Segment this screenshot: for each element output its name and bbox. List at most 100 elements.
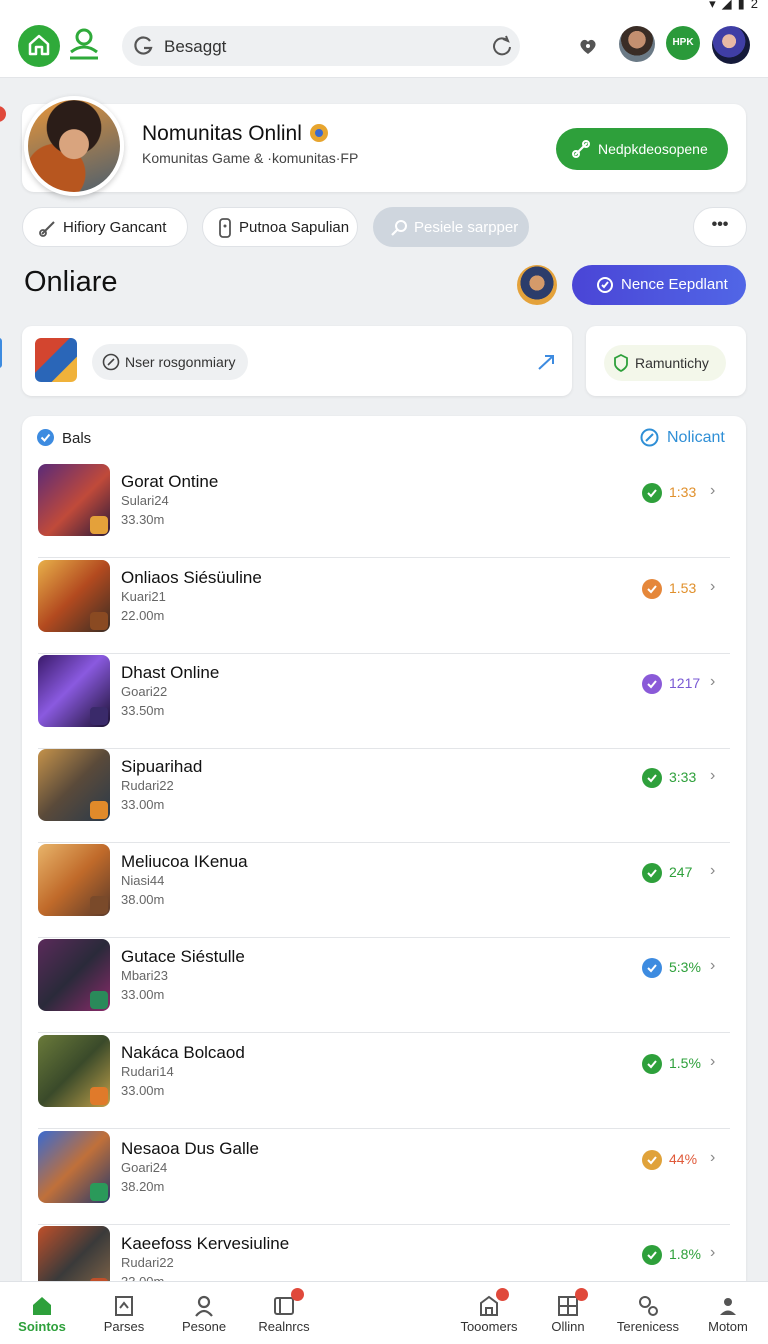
more-options-button[interactable]: ••• bbox=[693, 207, 747, 247]
home-button[interactable] bbox=[18, 25, 60, 67]
friend-avatar[interactable] bbox=[619, 26, 655, 62]
game-stat: 1.5% › bbox=[642, 1053, 724, 1075]
community-avatar[interactable] bbox=[24, 96, 124, 196]
game-stat-value: 1.5% bbox=[669, 1055, 701, 1071]
list-header-right[interactable]: Nolicant bbox=[640, 428, 740, 452]
community-subtitle: Komunitas Game & ·komunitas·FP bbox=[142, 150, 359, 166]
game-stat: 5:3% › bbox=[642, 957, 724, 979]
stat-check-icon bbox=[642, 1245, 662, 1265]
search-icon bbox=[391, 220, 407, 236]
chevron-right-icon[interactable]: › bbox=[710, 767, 715, 785]
stat-check-icon bbox=[642, 483, 662, 503]
chip-putnoa[interactable]: Putnoa Sapulian bbox=[202, 207, 358, 247]
game-list-item[interactable]: Kaeefoss Kervesiuline Rudari22 33.00m 1.… bbox=[38, 1226, 730, 1281]
game-stat-value: 1217 bbox=[669, 675, 701, 691]
chevron-right-icon[interactable]: › bbox=[710, 482, 715, 500]
friend-avatar-green[interactable]: HPK bbox=[666, 26, 700, 60]
game-title: Nakáca Bolcaod bbox=[121, 1043, 245, 1062]
wifi-icon: ▾ bbox=[709, 0, 716, 11]
home-icon bbox=[33, 1297, 51, 1315]
nav-item[interactable]: Ollinn bbox=[526, 1288, 610, 1340]
game-title: Sipuarihad bbox=[121, 757, 203, 776]
stat-check-icon bbox=[642, 1054, 662, 1074]
open-arrow-icon[interactable] bbox=[536, 352, 558, 372]
gear-badge-icon bbox=[310, 124, 328, 142]
filter-pill[interactable]: Nser rosgonmiary bbox=[92, 344, 248, 380]
nav-label: Pesone bbox=[181, 1319, 227, 1334]
game-list-item[interactable]: Onliaos Siésüuline Kuari21 22.00m 1.53 › bbox=[38, 560, 730, 654]
search-logo-icon bbox=[134, 36, 153, 55]
game-thumbnail[interactable] bbox=[38, 464, 110, 536]
notification-icon[interactable] bbox=[576, 34, 600, 58]
game-badge-icon bbox=[90, 991, 108, 1009]
people-button[interactable] bbox=[66, 26, 102, 64]
nav-item[interactable]: Motom bbox=[686, 1292, 768, 1340]
nav-item[interactable]: Pesone bbox=[162, 1292, 246, 1340]
nav-label: Parses bbox=[103, 1319, 145, 1334]
game-mini-thumbnail[interactable] bbox=[35, 338, 77, 382]
chevron-right-icon[interactable]: › bbox=[710, 957, 715, 975]
game-thumbnail[interactable] bbox=[38, 939, 110, 1011]
list-header-right-label: Nolicant bbox=[667, 429, 725, 446]
nav-item[interactable]: Sointos bbox=[0, 1292, 84, 1340]
game-thumbnail[interactable] bbox=[38, 1226, 110, 1281]
game-stat: 1.8% › bbox=[642, 1244, 724, 1266]
nav-item[interactable]: Terenicess bbox=[606, 1292, 690, 1340]
refresh-icon[interactable] bbox=[490, 34, 514, 58]
status-icons: ▾ ◢ ▮ 2 bbox=[703, 0, 758, 12]
game-subtitle: Mbari23 bbox=[121, 968, 168, 983]
stat-check-icon bbox=[642, 579, 662, 599]
chip-pesiele[interactable]: Pesiele sarpper bbox=[373, 207, 529, 247]
game-thumbnail[interactable] bbox=[38, 655, 110, 727]
join-button[interactable]: Nedpkdeosopene bbox=[556, 128, 728, 170]
game-thumbnail[interactable] bbox=[38, 1035, 110, 1107]
game-stat-value: 1:33 bbox=[669, 484, 697, 500]
bookmark-icon bbox=[115, 1296, 133, 1316]
game-list-item[interactable]: Sipuarihad Rudari22 33.00m 3:33 › bbox=[38, 749, 730, 843]
game-subtitle: Kuari21 bbox=[121, 589, 166, 604]
invite-button[interactable]: Nence Eepdlant bbox=[572, 265, 746, 305]
game-list-item[interactable]: Gorat Ontine Sulari24 33.30m 1:33 › bbox=[38, 464, 730, 558]
game-thumbnail[interactable] bbox=[38, 1131, 110, 1203]
game-list-item[interactable]: Nakáca Bolcaod Rudari14 33.00m 1.5% › bbox=[38, 1035, 730, 1129]
game-stat-value: 247 bbox=[669, 864, 693, 880]
search-input[interactable]: Besaggt bbox=[164, 37, 226, 57]
user-avatar[interactable] bbox=[712, 26, 750, 64]
game-thumbnail[interactable] bbox=[38, 749, 110, 821]
chevron-right-icon[interactable]: › bbox=[710, 862, 715, 880]
chip-label: Hifiory Gancant bbox=[63, 219, 167, 236]
game-size: 33.00m bbox=[121, 1083, 165, 1098]
game-list-item[interactable]: Meliucoa IKenua Niasi44 38.00m 247 › bbox=[38, 844, 730, 938]
chevron-right-icon[interactable]: › bbox=[710, 1149, 715, 1167]
nav-item[interactable]: Parses bbox=[82, 1292, 166, 1340]
search-bar[interactable]: Besaggt bbox=[122, 26, 520, 66]
nav-item[interactable]: Realnrcs bbox=[242, 1288, 326, 1340]
game-thumbnail[interactable] bbox=[38, 560, 110, 632]
game-subtitle: Niasi44 bbox=[121, 873, 165, 888]
community-pill[interactable]: Ramuntichy bbox=[604, 345, 726, 381]
nav-item[interactable]: Tooomers bbox=[447, 1288, 531, 1340]
game-thumbnail[interactable] bbox=[38, 844, 110, 916]
member-avatar[interactable] bbox=[517, 265, 557, 305]
game-badge-icon bbox=[90, 896, 108, 914]
game-title: Kaeefoss Kervesiuline bbox=[121, 1234, 290, 1253]
link-icon bbox=[39, 221, 55, 237]
game-title: Gorat Ontine bbox=[121, 472, 219, 491]
chip-label: Pesiele sarpper bbox=[414, 219, 519, 236]
signal-icon: ◢ bbox=[721, 0, 732, 11]
nav-badge bbox=[291, 1288, 304, 1301]
chevron-right-icon[interactable]: › bbox=[710, 1244, 715, 1262]
chevron-right-icon[interactable]: › bbox=[710, 1053, 715, 1071]
chevron-right-icon[interactable]: › bbox=[710, 578, 715, 596]
game-list-item[interactable]: Dhast Online Goari22 33.50m 1217 › bbox=[38, 655, 730, 749]
stat-check-icon bbox=[642, 768, 662, 788]
game-stat-value: 3:33 bbox=[669, 769, 697, 785]
game-list-item[interactable]: Nesaoa Dus Galle Goari24 38.20m 44% › bbox=[38, 1131, 730, 1225]
chevron-right-icon[interactable]: › bbox=[710, 673, 715, 691]
status-bar: ▾ ◢ ▮ 2 bbox=[0, 0, 768, 14]
compass-icon bbox=[102, 353, 120, 371]
chip-history[interactable]: Hifiory Gancant bbox=[22, 207, 188, 247]
game-subtitle: Sulari24 bbox=[121, 493, 169, 508]
game-list-item[interactable]: Gutace Siéstulle Mbari23 33.00m 5:3% › bbox=[38, 939, 730, 1033]
game-title: Dhast Online bbox=[121, 663, 220, 682]
